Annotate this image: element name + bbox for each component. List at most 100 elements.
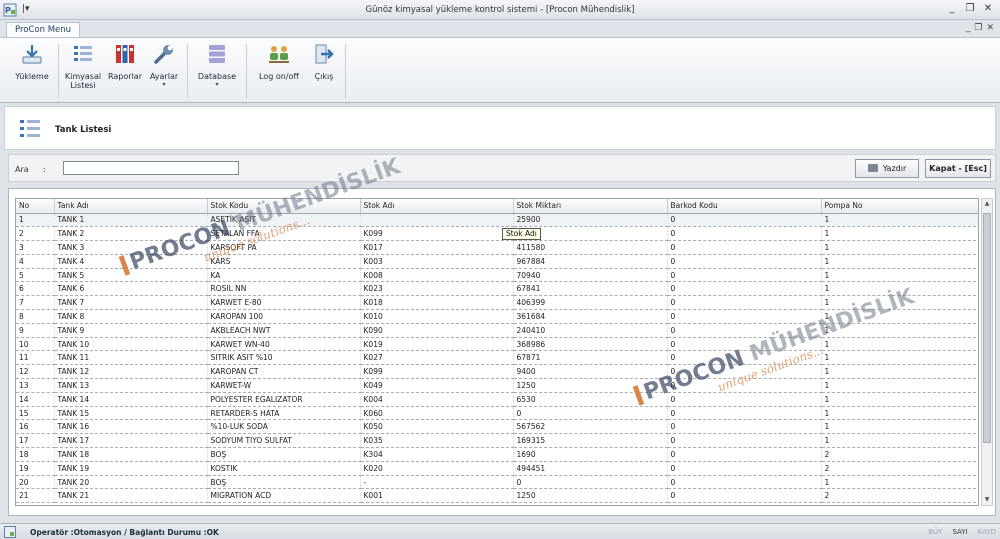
table-row[interactable]: 8 TANK 8 KAROPAN 100 K010 361684 0 1 xyxy=(16,309,978,324)
table-cell: 0 xyxy=(667,378,822,393)
table-cell: - xyxy=(360,475,514,490)
table-row[interactable]: 5 TANK 5 KA K008 70940 0 1 xyxy=(16,268,978,283)
table-cell: KARS xyxy=(207,254,361,269)
log-on-off-button[interactable]: Log on/off xyxy=(254,42,304,98)
table-row[interactable]: 6 TANK 6 ROSIL NN K023 67841 0 1 xyxy=(16,281,978,297)
table-row[interactable]: 17 TANK 17 SODYUM TIYO SULFAT K035 169315 0 1 xyxy=(16,433,978,449)
table-cell: 1 xyxy=(821,337,978,352)
vertical-scrollbar[interactable]: ▲ ▼ xyxy=(981,198,993,506)
raporlar-button[interactable]: Raporlar xyxy=(106,42,144,98)
table-cell: 0 xyxy=(513,406,668,421)
table-cell: TANK 4 xyxy=(54,254,208,269)
table-row[interactable]: 11 TANK 11 SITRIK ASIT %10 K027 67871 0 1 xyxy=(16,350,978,366)
close-button[interactable]: ✕ xyxy=(980,2,996,16)
status-text: Operatör :Otomasyon / Bağlantı Durumu :O… xyxy=(30,528,219,537)
close-panel-button[interactable]: Kapat - [Esc] xyxy=(925,159,991,178)
table-cell: 1 xyxy=(821,295,978,311)
column-header[interactable]: Stok Kodu xyxy=(207,199,361,214)
mdi-close-button[interactable]: ✕ xyxy=(986,23,994,33)
ayarlar-button[interactable]: Ayarlar ▾ xyxy=(146,42,182,98)
table-cell: TANK 17 xyxy=(54,433,208,449)
table-row[interactable]: 14 TANK 14 POLYESTER EGALIZATOR K004 6530 0 1 xyxy=(16,392,978,407)
table-cell: 6 xyxy=(16,281,55,297)
table-row[interactable]: 1 TANK 1 ASETİK ASİT 25900 0 1 xyxy=(16,213,978,228)
download-icon xyxy=(22,45,42,64)
yukleme-label: Yükleme xyxy=(15,72,49,81)
exit-icon xyxy=(315,44,334,64)
table-cell: 0 xyxy=(667,419,822,435)
table-cell: SITRIK ASIT %10 xyxy=(207,350,361,366)
table-row[interactable]: 4 TANK 4 KARS K003 967884 0 1 xyxy=(16,254,978,269)
table-cell: 8 xyxy=(16,309,55,324)
table-row[interactable]: 21 TANK 21 MIGRATION ACD K001 1250 0 2 xyxy=(16,488,978,504)
table-cell: 0 xyxy=(667,281,822,297)
column-header[interactable]: Tank Adı xyxy=(54,199,208,214)
table-cell: 1 xyxy=(821,392,978,407)
ribbon: Yükleme Kimyasal Listesi Raporlar Ayarla… xyxy=(0,37,1000,103)
table-row[interactable]: 7 TANK 7 KARWET E-80 K018 406399 0 1 xyxy=(16,295,978,311)
database-button[interactable]: Database ▾ xyxy=(194,42,240,98)
table-cell: 15 xyxy=(16,406,55,421)
table-cell: KARSOFT PA xyxy=(207,240,361,255)
table-row[interactable]: 12 TANK 12 KAROPAN CT K099 9400 0 1 xyxy=(16,364,978,380)
table-cell: 9 xyxy=(16,323,55,338)
list-icon xyxy=(20,120,40,137)
minimize-button[interactable]: _ xyxy=(944,2,960,16)
cikis-button[interactable]: Çıkış xyxy=(308,42,340,98)
table-cell: 0 xyxy=(667,213,822,228)
table-row[interactable]: 20 TANK 20 BOŞ -0 0 1 xyxy=(16,475,978,490)
table-cell: 0 xyxy=(667,433,822,449)
table-row[interactable]: 15 TANK 15 RETARDER-S HATA K060 0 0 1 xyxy=(16,406,978,421)
table-cell: 1 xyxy=(821,281,978,297)
table-cell: 0 xyxy=(667,295,822,311)
scroll-down-icon[interactable]: ▼ xyxy=(982,495,992,505)
print-button[interactable]: Yazdır xyxy=(855,159,919,178)
table-cell: 1 xyxy=(821,475,978,490)
num-indicator: SAYI xyxy=(952,528,968,536)
tab-procon-menu[interactable]: ProCon Menu xyxy=(6,22,81,37)
table-cell: POLYESTER EGALIZATOR xyxy=(207,392,361,407)
column-header[interactable]: Barkod Kodu xyxy=(667,199,822,214)
table-row[interactable]: 3 TANK 3 KARSOFT PA K017 411580 0 1 xyxy=(16,240,978,255)
column-header[interactable]: Stok Miktarı xyxy=(513,199,668,214)
table-cell: 1 xyxy=(821,268,978,283)
table-cell: K001 xyxy=(360,488,514,504)
mdi-minimize-button[interactable]: _ xyxy=(966,23,971,33)
column-header[interactable]: Stok Adı xyxy=(360,199,514,214)
table-row[interactable]: 19 TANK 19 KOSTIK K020 494451 0 2 xyxy=(16,461,978,476)
tank-grid[interactable]: No Tank Adı Stok Kodu Stok Adı Stok Miktarı B… xyxy=(15,198,979,506)
table-row[interactable]: 9 TANK 9 AKBLEACH NWT K090 240410 0 1 xyxy=(16,323,978,338)
table-cell: 1250 xyxy=(513,378,668,393)
scroll-thumb[interactable] xyxy=(983,213,991,443)
scroll-up-icon[interactable]: ▲ xyxy=(982,199,992,209)
table-cell: 1 xyxy=(821,350,978,366)
table-cell: 240410 xyxy=(513,323,668,338)
table-row[interactable]: 16 TANK 16 %10-LUK SODA K050 567562 0 1 xyxy=(16,419,978,435)
table-cell: ROSIL NN xyxy=(207,281,361,297)
table-cell: TANK 20 xyxy=(54,475,208,490)
table-cell: KARWET E-80 xyxy=(207,295,361,311)
table-row[interactable]: 10 TANK 10 KARWET WN-40 K019 368986 0 1 xyxy=(16,337,978,352)
table-cell: TANK 12 xyxy=(54,364,208,380)
table-cell xyxy=(360,213,514,228)
restore-button[interactable]: ❐ xyxy=(962,2,978,16)
ayarlar-dropdown-icon: ▾ xyxy=(162,81,166,88)
mdi-restore-button[interactable]: ❐ xyxy=(974,23,982,33)
table-cell: 1250 xyxy=(513,488,668,504)
table-cell: TANK 5 xyxy=(54,268,208,283)
column-header[interactable]: No xyxy=(16,199,55,214)
table-row[interactable]: 18 TANK 18 BOŞ K304 1690 0 2 xyxy=(16,447,978,462)
table-row[interactable]: 2 TANK 2 SETALAN FFA K099 0 1 xyxy=(16,226,978,242)
table-cell: K020 xyxy=(360,461,514,476)
wrench-icon xyxy=(154,45,173,64)
search-input[interactable] xyxy=(63,161,239,175)
table-cell: TANK 13 xyxy=(54,378,208,393)
table-row[interactable]: 13 TANK 13 KARWET-W K049 1250 0 1 xyxy=(16,378,978,393)
table-cell: 0 xyxy=(667,226,822,242)
kimyasal-listesi-button[interactable]: Kimyasal Listesi xyxy=(62,42,104,98)
table-cell: BOŞ xyxy=(207,475,361,490)
yukleme-button[interactable]: Yükleme xyxy=(12,42,52,98)
table-cell: 16 xyxy=(16,419,55,435)
table-cell: 1 xyxy=(16,213,55,228)
column-header[interactable]: Pompa No xyxy=(821,199,978,214)
